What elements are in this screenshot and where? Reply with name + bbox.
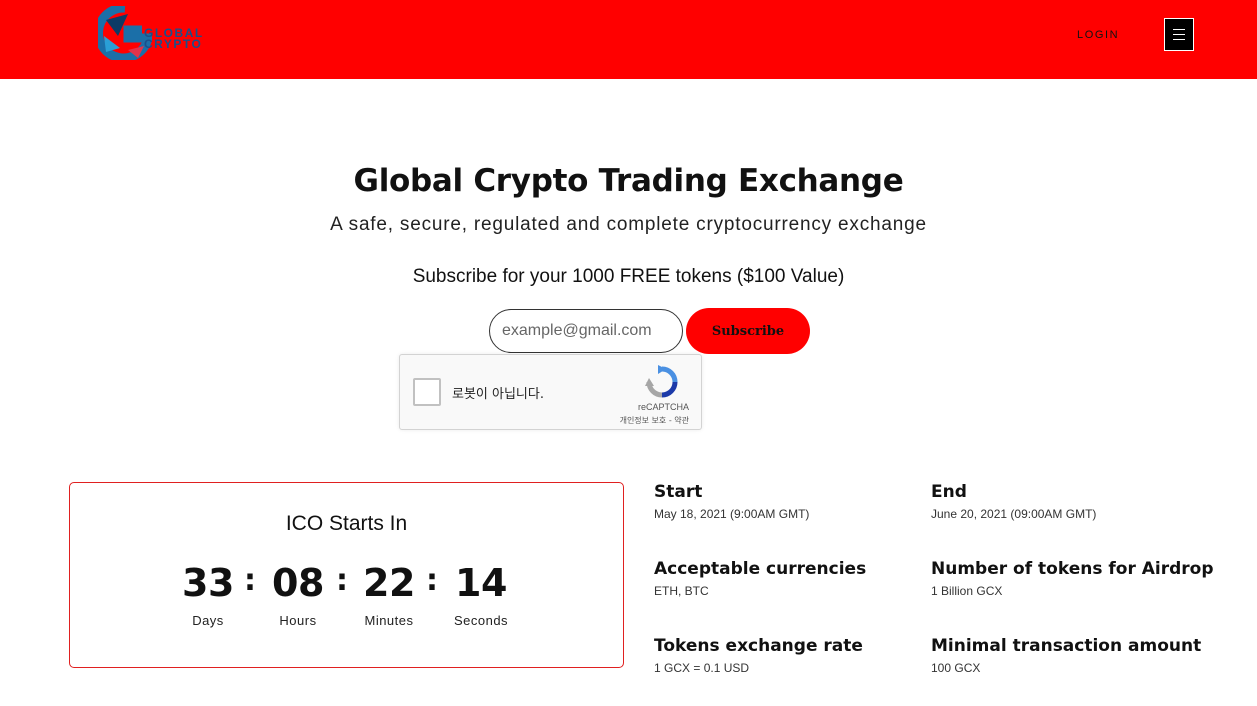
countdown-seconds: 14 Seconds <box>441 561 521 628</box>
info-currencies: Acceptable currencies ETH, BTC <box>654 559 866 598</box>
countdown-value: 14 <box>455 561 507 605</box>
countdown-hours: 08 Hours <box>258 561 338 628</box>
email-input[interactable] <box>489 309 683 353</box>
countdown-separator: : <box>244 563 256 598</box>
info-value: ETH, BTC <box>654 584 709 598</box>
subscribe-prompt: Subscribe for your 1000 FREE tokens ($10… <box>412 266 845 287</box>
info-heading: Acceptable currencies <box>654 559 867 579</box>
recaptcha-links: 개인정보 보호 - 약관 <box>620 415 689 426</box>
countdown-label: Seconds <box>453 613 509 628</box>
info-value: June 20, 2021 (09:00AM GMT) <box>931 507 1097 521</box>
countdown-label: Minutes <box>364 613 414 628</box>
countdown-value: 08 <box>272 561 324 605</box>
countdown-value: 22 <box>363 561 415 605</box>
countdown-title: ICO Starts In <box>285 512 408 535</box>
hamburger-menu-icon-bar <box>1173 34 1185 35</box>
info-end: End June 20, 2021 (09:00AM GMT) <box>931 482 1096 521</box>
logo-text-crypto: CRYPTO <box>144 37 203 51</box>
recaptcha-terms-link[interactable]: 약관 <box>674 416 689 425</box>
top-navbar: GLOBAL CRYPTO LOGIN <box>0 0 1257 79</box>
recaptcha-widget: 로봇이 아닙니다. reCAPTCHA 개인정보 보호 - 약관 <box>399 354 702 430</box>
recaptcha-checkbox[interactable] <box>413 378 441 406</box>
countdown-separator: : <box>426 563 438 598</box>
hamburger-menu-icon-bar <box>1173 39 1185 40</box>
info-heading: Number of tokens for Airdrop <box>931 559 1214 579</box>
info-exchange-rate: Tokens exchange rate 1 GCX = 0.1 USD <box>654 636 863 675</box>
recaptcha-privacy-link[interactable]: 개인정보 보호 <box>620 416 667 425</box>
info-heading: End <box>931 482 967 502</box>
info-minimal-amount: Minimal transaction amount 100 GCX <box>931 636 1201 675</box>
subscribe-button[interactable]: Subscribe <box>686 308 810 354</box>
info-heading: Minimal transaction amount <box>931 636 1202 656</box>
countdown-days: 33 Days <box>168 561 248 628</box>
countdown-value: 33 <box>182 561 234 605</box>
global-crypto-logo[interactable]: GLOBAL CRYPTO <box>98 6 218 60</box>
countdown-separator: : <box>336 563 348 598</box>
hamburger-menu-icon <box>1173 29 1185 30</box>
info-value: May 18, 2021 (9:00AM GMT) <box>654 507 810 521</box>
hamburger-menu-button[interactable] <box>1164 18 1194 51</box>
info-heading: Tokens exchange rate <box>654 636 863 656</box>
page-subtitle: A safe, secure, regulated and complete c… <box>330 214 927 235</box>
info-value: 1 GCX = 0.1 USD <box>654 661 750 675</box>
countdown-label: Days <box>192 613 224 628</box>
info-airdrop: Number of tokens for Airdrop 1 Billion G… <box>931 559 1214 598</box>
info-heading: Start <box>654 482 703 502</box>
login-link[interactable]: LOGIN <box>1077 29 1119 41</box>
info-start: Start May 18, 2021 (9:00AM GMT) <box>654 482 809 521</box>
page-title: Global Crypto Trading Exchange <box>353 163 904 199</box>
recaptcha-label: 로봇이 아닙니다. <box>452 387 544 402</box>
countdown-label: Hours <box>279 613 317 628</box>
countdown-minutes: 22 Minutes <box>349 561 429 628</box>
recaptcha-brand: reCAPTCHA <box>637 402 689 412</box>
info-value: 1 Billion GCX <box>931 584 1003 598</box>
info-value: 100 GCX <box>931 661 981 675</box>
recaptcha-icon <box>645 365 678 398</box>
ico-countdown-card: ICO Starts In 33 Days : 08 Hours : 22 Mi… <box>69 482 624 668</box>
